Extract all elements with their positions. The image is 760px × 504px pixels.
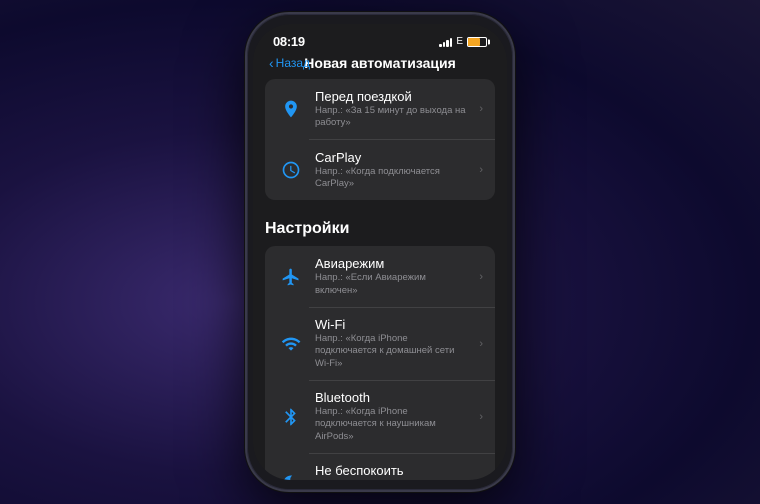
status-icons: E	[439, 36, 487, 47]
do-not-disturb-subtitle: Напр.: «Когда включается режим "Не беспо…	[315, 479, 469, 480]
status-time: 08:19	[273, 34, 305, 49]
bluetooth-item[interactable]: Bluetooth Напр.: «Когда iPhone подключае…	[265, 380, 495, 453]
before-trip-title: Перед поездкой	[315, 89, 469, 104]
carplay-item[interactable]: CarPlay Напр.: «Когда подключается CarPl…	[265, 140, 495, 201]
content-area: Перед поездкой Напр.: «За 15 минут до вы…	[253, 79, 507, 480]
back-chevron-icon: ‹	[269, 55, 274, 71]
bluetooth-text: Bluetooth Напр.: «Когда iPhone подключае…	[315, 390, 469, 443]
do-not-disturb-title: Не беспокоить	[315, 463, 469, 478]
back-button[interactable]: ‹ Назад	[269, 55, 310, 71]
chevron-right-icon: ›	[479, 103, 483, 115]
moon-icon	[277, 469, 305, 480]
chevron-right-icon: ›	[479, 271, 483, 283]
status-bar: 08:19 E	[253, 24, 507, 53]
chevron-right-icon: ›	[479, 338, 483, 350]
airplane-mode-subtitle: Напр.: «Если Авиарежим включен»	[315, 272, 469, 297]
back-label: Назад	[276, 56, 310, 70]
nav-bar: ‹ Назад Новая автоматизация	[253, 53, 507, 79]
signal-bars-icon	[439, 37, 452, 47]
chevron-right-icon: ›	[479, 164, 483, 176]
bluetooth-title: Bluetooth	[315, 390, 469, 405]
wifi-icon	[277, 330, 305, 358]
wifi-subtitle: Напр.: «Когда iPhone подключается к дома…	[315, 333, 469, 370]
carplay-icon	[277, 156, 305, 184]
phone-device: 08:19 E ‹ На	[245, 12, 515, 492]
before-trip-item[interactable]: Перед поездкой Напр.: «За 15 минут до вы…	[265, 79, 495, 140]
page-title: Новая автоматизация	[304, 55, 456, 71]
phone-screen: 08:19 E ‹ На	[253, 24, 507, 480]
chevron-right-icon: ›	[479, 477, 483, 480]
carplay-title: CarPlay	[315, 150, 469, 165]
chevron-right-icon: ›	[479, 411, 483, 423]
before-trip-subtitle: Напр.: «За 15 минут до выхода на работу»	[315, 105, 469, 130]
battery-icon	[467, 37, 487, 47]
wifi-text: Wi-Fi Напр.: «Когда iPhone подключается …	[315, 317, 469, 370]
airplane-mode-text: Авиарежим Напр.: «Если Авиарежим включен…	[315, 256, 469, 297]
phone-frame: 08:19 E ‹ На	[245, 12, 515, 492]
do-not-disturb-text: Не беспокоить Напр.: «Когда включается р…	[315, 463, 469, 480]
before-trip-text: Перед поездкой Напр.: «За 15 минут до вы…	[315, 89, 469, 130]
carplay-subtitle: Напр.: «Когда подключается CarPlay»	[315, 166, 469, 191]
airplane-icon	[277, 263, 305, 291]
do-not-disturb-item[interactable]: Не беспокоить Напр.: «Когда включается р…	[265, 453, 495, 480]
airplane-mode-item[interactable]: Авиарежим Напр.: «Если Авиарежим включен…	[265, 246, 495, 307]
wifi-title: Wi-Fi	[315, 317, 469, 332]
settings-group: Авиарежим Напр.: «Если Авиарежим включен…	[265, 246, 495, 480]
bluetooth-subtitle: Напр.: «Когда iPhone подключается к науш…	[315, 406, 469, 443]
bluetooth-icon	[277, 403, 305, 431]
airplane-mode-title: Авиарежим	[315, 256, 469, 271]
carrier-label: E	[456, 36, 463, 47]
carplay-text: CarPlay Напр.: «Когда подключается CarPl…	[315, 150, 469, 191]
car-icon	[277, 95, 305, 123]
battery-fill	[468, 38, 480, 46]
wifi-item[interactable]: Wi-Fi Напр.: «Когда iPhone подключается …	[265, 307, 495, 380]
travel-group: Перед поездкой Напр.: «За 15 минут до вы…	[265, 79, 495, 200]
settings-header: Настройки	[265, 216, 495, 246]
